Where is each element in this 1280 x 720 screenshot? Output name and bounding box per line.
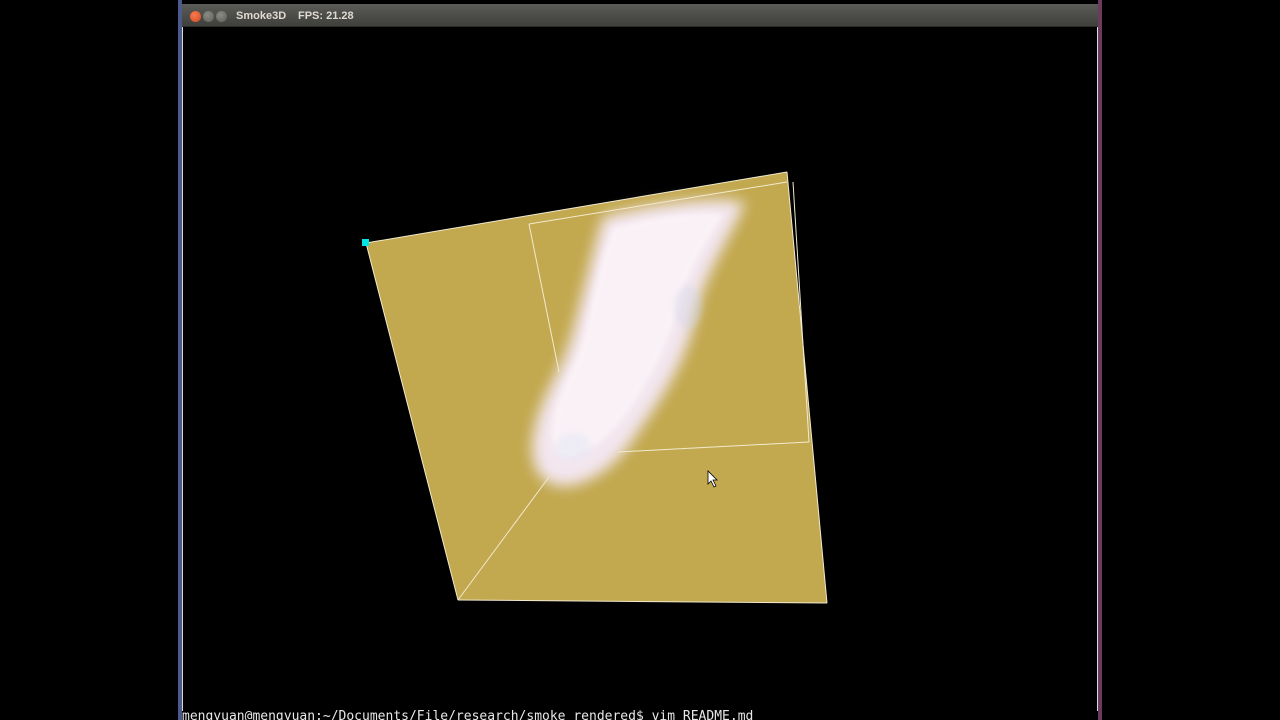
desktop-right: [1102, 0, 1280, 720]
fps-counter: FPS: 21.28: [298, 10, 354, 22]
terminal-prompt: mengyuan@mengyuan:~/Documents/File/resea…: [182, 710, 754, 720]
close-icon[interactable]: [190, 11, 201, 22]
minimize-icon[interactable]: [203, 11, 214, 22]
render-viewport[interactable]: [182, 27, 1098, 711]
corner-marker: [362, 239, 369, 246]
smoke3d-window: Smoke3D FPS: 21.28 mengyuan@mengyuan:~/D…: [182, 2, 1098, 720]
desktop-left: [0, 0, 178, 720]
window-titlebar[interactable]: Smoke3D FPS: 21.28: [182, 4, 1098, 27]
window-title: Smoke3D: [236, 10, 287, 22]
smoke-scene[interactable]: [183, 27, 1099, 711]
maximize-icon[interactable]: [216, 11, 227, 22]
